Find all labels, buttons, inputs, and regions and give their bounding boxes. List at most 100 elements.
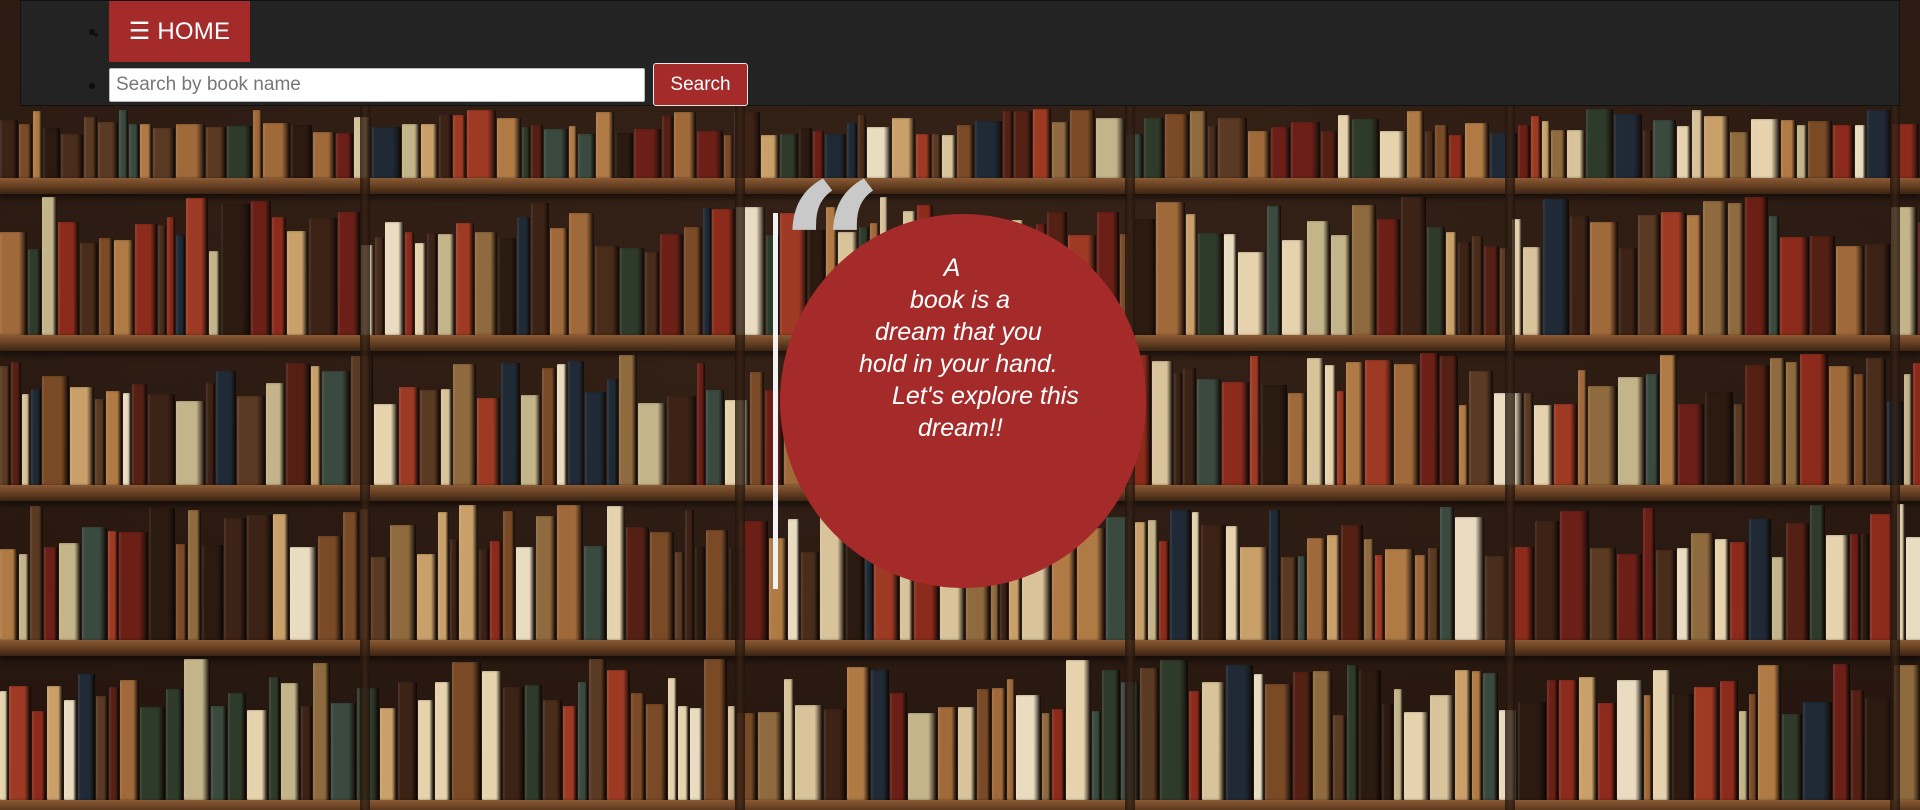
book-spine <box>1543 198 1569 335</box>
book-spine <box>1554 404 1577 485</box>
book-spine <box>1672 694 1693 800</box>
quote-bar <box>773 213 778 589</box>
quote-text-line-4: hold in your hand. <box>859 350 1058 378</box>
book-spine <box>1728 203 1744 335</box>
book-spine <box>516 546 535 640</box>
book-spine <box>1829 365 1853 485</box>
book-spine <box>1534 404 1553 485</box>
book-spine <box>343 512 359 640</box>
book-spine <box>0 366 10 485</box>
book-spine <box>1715 538 1729 640</box>
book-spine <box>1404 712 1429 800</box>
book-spine <box>44 546 58 640</box>
book-spine <box>98 122 118 178</box>
home-menu-button[interactable]: ☰ HOME <box>109 1 250 62</box>
book-spine <box>417 554 437 640</box>
book-spine <box>1148 519 1158 640</box>
book-spine <box>1646 373 1659 485</box>
book-spine <box>585 391 606 485</box>
book-spine <box>119 109 128 178</box>
book-spine <box>1407 110 1424 178</box>
book-spine <box>1465 123 1489 178</box>
book-spine <box>1430 695 1454 800</box>
book-spine <box>1052 122 1069 178</box>
book-spine <box>1007 678 1015 800</box>
book-spine <box>1250 356 1260 485</box>
book-spine <box>166 689 183 800</box>
book-spine <box>1786 523 1809 640</box>
book-spine <box>557 504 583 640</box>
book-spine <box>1644 695 1652 800</box>
book-spine <box>1547 680 1558 800</box>
book-spine <box>19 554 29 640</box>
book-spine <box>543 699 562 800</box>
book-spine <box>645 251 659 335</box>
book-spine <box>1092 711 1101 800</box>
book-spine <box>438 511 449 640</box>
book-spine <box>620 247 644 335</box>
book-spine <box>1619 247 1637 335</box>
book-spine <box>1677 126 1691 178</box>
shelf-board <box>0 178 1920 194</box>
book-spine <box>1643 130 1652 178</box>
book-spine <box>1364 538 1374 640</box>
book-spine <box>1440 355 1458 485</box>
book-spine <box>1425 131 1434 178</box>
search-button[interactable]: Search <box>653 63 748 106</box>
book-spine <box>42 197 57 335</box>
book-spine <box>114 239 134 335</box>
book-spine <box>1327 534 1340 640</box>
book-spine <box>1617 679 1643 800</box>
book-spine <box>338 212 360 335</box>
book-spine <box>1102 669 1120 800</box>
search-input[interactable] <box>109 67 645 102</box>
bookshelf-row <box>0 108 1920 178</box>
book-spine <box>477 398 500 485</box>
book-spine <box>1518 701 1546 800</box>
book-spine <box>1325 365 1336 485</box>
book-spine <box>78 673 95 800</box>
book-spine <box>1734 404 1744 485</box>
book-spine <box>685 509 694 640</box>
book-spine <box>70 386 94 485</box>
book-spine <box>184 658 210 800</box>
book-spine <box>550 228 568 335</box>
book-spine <box>129 123 139 178</box>
book-spine <box>1826 534 1849 640</box>
book-spine <box>385 222 404 335</box>
book-spine <box>690 707 703 800</box>
navbar: ☰ HOME Search <box>20 0 1900 106</box>
book-spine <box>1691 533 1714 640</box>
book-spine <box>1282 240 1306 335</box>
book-spine <box>634 128 661 178</box>
book-spine <box>1660 354 1677 485</box>
book-spine <box>1192 512 1200 640</box>
book-spine <box>1190 111 1207 178</box>
book-spine <box>452 661 481 800</box>
book-spine <box>958 706 976 800</box>
book-spine <box>678 706 689 800</box>
book-spine <box>1341 524 1363 640</box>
book-spine <box>331 703 356 800</box>
book-spine <box>380 707 397 800</box>
book-spine <box>286 362 310 485</box>
book-spine <box>758 711 783 800</box>
book-spine <box>607 670 630 800</box>
book-spine <box>1590 547 1616 640</box>
book-spine <box>1535 521 1559 640</box>
book-spine <box>607 505 625 640</box>
book-spine <box>47 685 63 800</box>
book-spine <box>1523 247 1542 335</box>
book-spine <box>1248 131 1270 178</box>
book-spine <box>1224 234 1237 335</box>
book-spine <box>1070 110 1095 178</box>
book-spine <box>1770 358 1785 485</box>
book-spine <box>1638 215 1660 335</box>
book-spine <box>301 705 312 800</box>
book-spine <box>668 678 677 800</box>
book-spine <box>1786 362 1799 485</box>
book-spine <box>61 133 83 178</box>
book-spine <box>31 388 41 485</box>
book-spine <box>456 222 474 335</box>
book-spine <box>1033 108 1051 178</box>
